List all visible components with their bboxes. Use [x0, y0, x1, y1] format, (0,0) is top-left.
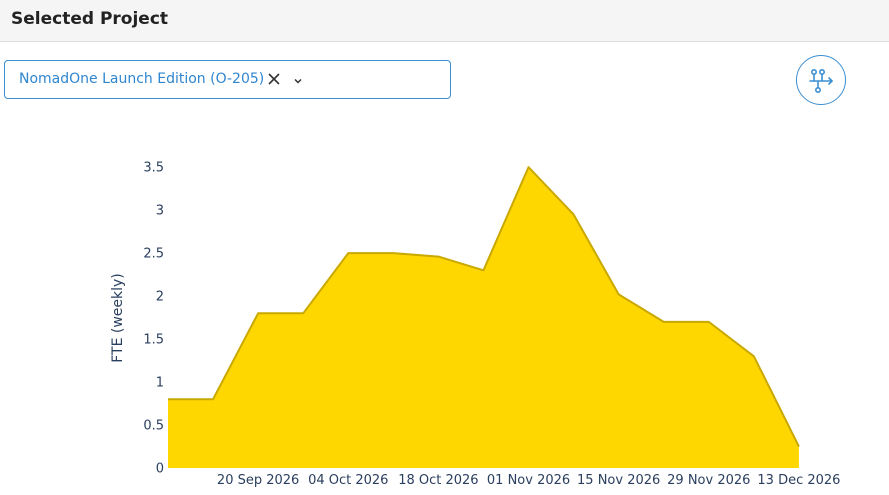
chevron-down-icon[interactable] [292, 72, 304, 84]
project-select[interactable]: NomadOne Launch Edition (O-205) [4, 60, 451, 99]
x-tick-label: 20 Sep 2026 [217, 473, 299, 488]
y-axis-title: FTE (weekly) [110, 273, 126, 363]
area-fill [168, 167, 799, 468]
flow-diagram-icon [809, 68, 833, 93]
fte-area-chart: 0 0.5 1 1.5 2 2.5 3 3.5 20 Sep 2026 04 Oct 2026 18… [110, 161, 840, 488]
close-icon[interactable] [267, 71, 281, 85]
x-tick-label: 04 Oct 2026 [308, 473, 388, 488]
x-tick-label: 01 Nov 2026 [487, 473, 570, 488]
y-tick-label: 2 [156, 290, 164, 305]
y-tick-label: 2.5 [143, 247, 164, 262]
y-tick-label: 0 [156, 462, 164, 477]
project-select-value: NomadOne Launch Edition (O-205) [19, 71, 265, 87]
x-tick-label: 18 Oct 2026 [398, 473, 478, 488]
x-tick-label: 29 Nov 2026 [667, 473, 750, 488]
y-tick-label: 3 [156, 204, 164, 219]
x-tick-label: 13 Dec 2026 [757, 473, 840, 488]
flow-diagram-button[interactable] [796, 55, 846, 105]
y-tick-label: 1.5 [143, 333, 164, 348]
x-tick-label: 15 Nov 2026 [577, 473, 660, 488]
page-header: Selected Project [0, 0, 889, 42]
page-title: Selected Project [11, 9, 169, 29]
y-tick-label: 3.5 [143, 161, 164, 176]
y-tick-label: 1 [156, 376, 164, 391]
y-tick-label: 0.5 [143, 419, 164, 434]
